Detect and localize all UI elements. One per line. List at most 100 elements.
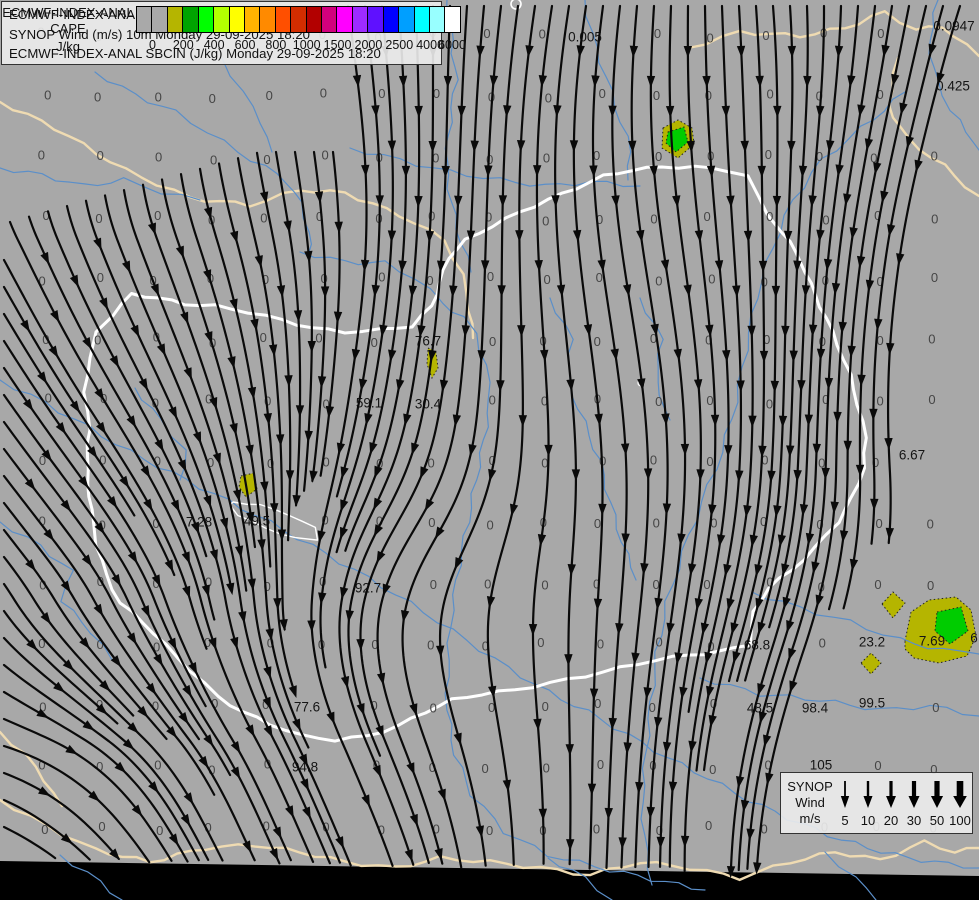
wind-arrow-icon (948, 779, 972, 809)
wind-speed-label: 10 (856, 813, 880, 828)
station-value-label: 23.2 (859, 635, 885, 650)
gridpoint-zero-label: 0 (594, 334, 601, 349)
gridpoint-zero-label: 0 (428, 515, 435, 530)
cape-swatch (168, 7, 183, 32)
gridpoint-zero-label: 0 (927, 578, 934, 593)
gridpoint-zero-label: 0 (378, 269, 385, 284)
station-value-label: 0.005 (568, 30, 602, 45)
gridpoint-zero-label: 0 (931, 270, 938, 285)
gridpoint-zero-label: 0 (489, 334, 496, 349)
gridpoint-zero-label: 0 (266, 88, 273, 103)
gridpoint-zero-label: 0 (597, 637, 604, 652)
gridpoint-zero-label: 0 (427, 638, 434, 653)
gridpoint-zero-label: 0 (155, 150, 162, 165)
station-value-label: 77.6 (294, 700, 320, 715)
gridpoint-zero-label: 0 (486, 517, 493, 532)
cape-swatch (337, 7, 352, 32)
gridpoint-zero-label: 0 (599, 86, 606, 101)
gridpoint-zero-label: 0 (482, 761, 489, 776)
gridpoint-zero-label: 0 (655, 149, 662, 164)
gridpoint-zero-label: 0 (210, 152, 217, 167)
synop-arrow-10: 10 (856, 779, 880, 828)
gridpoint-zero-label: 0 (876, 393, 883, 408)
wind-arrow-icon (879, 779, 903, 809)
gridpoint-zero-label: 0 (597, 757, 604, 772)
synop-arrow-5: 5 (833, 779, 857, 828)
gridpoint-zero-label: 0 (650, 212, 657, 227)
cape-swatch (430, 7, 445, 32)
gridpoint-zero-label: 0 (315, 330, 322, 345)
gridpoint-zero-label: 0 (430, 700, 437, 715)
gridpoint-zero-label: 0 (543, 151, 550, 166)
cape-tick-label: 200 (173, 38, 194, 52)
cape-swatch (245, 7, 260, 32)
gridpoint-zero-label: 0 (650, 453, 657, 468)
station-value-label: 0.425 (936, 79, 970, 94)
cape-swatch (307, 7, 322, 32)
cape-colorbar-legend: ECMWF-INDEX-ANAL CAPE J/kg 0200400600800… (0, 0, 469, 57)
gridpoint-zero-label: 0 (875, 516, 882, 531)
gridpoint-zero-label: 0 (654, 26, 661, 41)
gridpoint-zero-label: 0 (542, 213, 549, 228)
cape-swatch (183, 7, 198, 32)
cape-colorbar (136, 6, 461, 33)
gridpoint-zero-label: 0 (655, 394, 662, 409)
gridpoint-zero-label: 0 (706, 393, 713, 408)
gridpoint-zero-label: 0 (594, 516, 601, 531)
cape-swatch (276, 7, 291, 32)
gridpoint-zero-label: 0 (706, 30, 713, 45)
station-value-label: 6.67 (899, 448, 925, 463)
gridpoint-zero-label: 0 (483, 26, 490, 41)
gridpoint-zero-label: 0 (705, 818, 712, 833)
gridpoint-zero-label: 0 (542, 699, 549, 714)
gridpoint-zero-label: 0 (155, 89, 162, 104)
cape-tick-label: 600 (235, 38, 256, 52)
wind-arrow-icon (925, 779, 949, 809)
gridpoint-zero-label: 0 (263, 152, 270, 167)
cape-swatch (199, 7, 214, 32)
gridpoint-zero-label: 0 (371, 335, 378, 350)
cape-swatch (322, 7, 337, 32)
cape-tick-label: 1000 (293, 38, 321, 52)
gridpoint-zero-label: 0 (656, 635, 663, 650)
cape-swatch (445, 7, 459, 32)
gridpoint-zero-label: 0 (539, 27, 546, 42)
cape-swatch (260, 7, 275, 32)
station-value-label: 6 (970, 631, 978, 646)
wind-speed-label: 50 (925, 813, 949, 828)
cape-legend-parameter: CAPE (0, 21, 136, 36)
synop-legend-title: SYNOP (787, 779, 833, 795)
gridpoint-zero-label: 0 (708, 272, 715, 287)
gridpoint-zero-label: 0 (767, 87, 774, 102)
gridpoint-zero-label: 0 (489, 392, 496, 407)
gridpoint-zero-label: 0 (819, 636, 826, 651)
gridpoint-zero-label: 0 (653, 516, 660, 531)
gridpoint-zero-label: 0 (932, 700, 939, 715)
station-value-label: 105 (810, 758, 833, 773)
cape-legend-units: J/kg (0, 39, 136, 54)
gridpoint-zero-label: 0 (378, 86, 385, 101)
gridpoint-zero-label: 0 (320, 86, 327, 101)
gridpoint-zero-label: 0 (154, 208, 161, 223)
gridpoint-zero-label: 0 (877, 26, 884, 41)
wind-arrow-icon (902, 779, 926, 809)
gridpoint-zero-label: 0 (156, 823, 163, 838)
cape-swatch (137, 7, 152, 32)
synop-legend-units: m/s (800, 811, 821, 827)
gridpoint-zero-label: 0 (928, 331, 935, 346)
gridpoint-zero-label: 0 (541, 577, 548, 592)
gridpoint-zero-label: 0 (543, 272, 550, 287)
cape-swatch (415, 7, 430, 32)
cape-tick-label: 1500 (324, 38, 352, 52)
gridpoint-zero-label: 0 (260, 210, 267, 225)
wind-arrow-icon (833, 779, 857, 809)
gridpoint-zero-label: 0 (874, 758, 881, 773)
weather-map-canvas: 0 0 0 0 0 0 0 0 0 0 0 0 0 0 0 0 0 0 0 0 0 0 0 0 0 0 0 0 0 0 0 0 0 0 0 0 0 0 0 0… (0, 0, 979, 900)
wind-arrow-icon (856, 779, 880, 809)
gridpoint-zero-label: 0 (545, 91, 552, 106)
gridpoint-zero-label: 0 (928, 392, 935, 407)
cape-swatch (399, 7, 414, 32)
gridpoint-zero-label: 0 (766, 209, 773, 224)
gridpoint-zero-label: 0 (321, 147, 328, 162)
gridpoint-zero-label: 0 (931, 211, 938, 226)
